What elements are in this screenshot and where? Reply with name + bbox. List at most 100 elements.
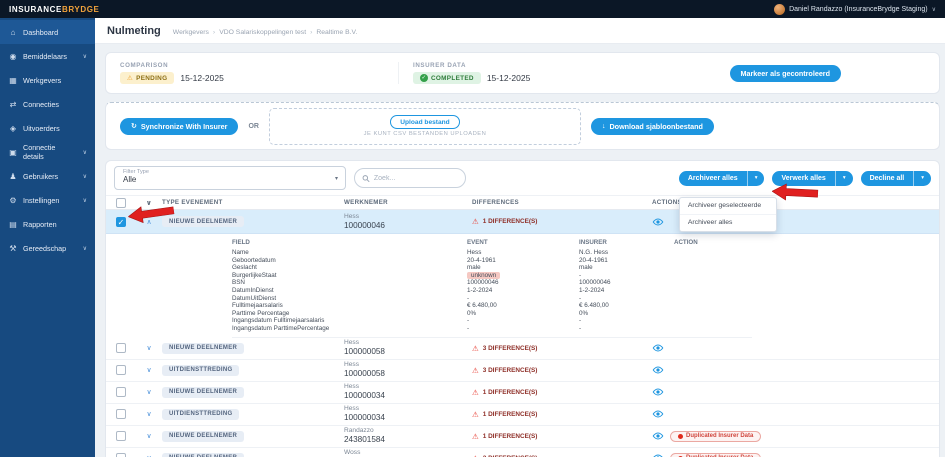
view-details-button[interactable] — [652, 366, 664, 374]
event-type-badge: UITDIENSTTREDING — [162, 408, 240, 420]
chevron-down-icon: ∨ — [82, 149, 87, 156]
detail-insurer-value: 1-2-2024 — [579, 286, 605, 294]
detail-action — [674, 310, 734, 318]
select-all-checkbox[interactable] — [116, 197, 126, 208]
detail-field: Parttime Percentage — [232, 309, 290, 317]
archive-all-button[interactable]: Archiveer alles — [678, 170, 747, 186]
breadcrumb-item[interactable]: Realtime B.V. — [310, 29, 357, 36]
chevron-down-icon[interactable]: ∨ — [146, 344, 151, 352]
breadcrumb-item[interactable]: Werkgevers — [173, 29, 209, 36]
table-row[interactable]: ✓ ∧ NIEUWE DEELNEMER Hess 100000046 ⚠ 1 … — [106, 210, 939, 234]
breadcrumb-item[interactable]: VDO Salariskoppelingen test — [213, 29, 306, 36]
sidebar-item-gereedschap[interactable]: ⚒ Gereedschap ∨ — [0, 236, 95, 260]
decline-all-caret-button[interactable]: ▾ — [913, 170, 931, 186]
row-checkbox[interactable] — [116, 409, 126, 420]
app-logo: INSURANCEBRYDGE — [9, 5, 100, 14]
table-row[interactable]: ∨ UITDIENSTTREDING Hess 100000034 ⚠ 1 DI… — [106, 404, 939, 426]
upload-hint: JE KUNT CSV BESTANDEN UPLOADEN — [363, 131, 487, 137]
detail-event-value: - — [467, 324, 470, 332]
sidebar-item-instellingen[interactable]: ⚙ Instellingen ∨ — [0, 188, 95, 212]
search-box[interactable] — [354, 168, 466, 188]
sidebar-icon-gereedschap: ⚒ — [9, 243, 17, 253]
chevron-down-icon[interactable]: ∨ — [146, 388, 151, 396]
decline-all-button[interactable]: Decline all — [860, 170, 914, 186]
detail-insurer-value: - — [579, 324, 582, 332]
sidebar-item-bemiddelaars[interactable]: ◉ Bemiddelaars ∨ — [0, 44, 95, 68]
sidebar-item-connectie-details[interactable]: ▣ Connectie details ∨ — [0, 140, 95, 164]
chevron-up-icon[interactable]: ∧ — [146, 218, 151, 226]
row-checkbox[interactable] — [116, 431, 126, 442]
menu-item-archiveer-geselecteerde[interactable]: Archiveer geselecteerde — [680, 198, 776, 214]
warning-icon: ⚠ — [127, 75, 134, 82]
menu-item-archiveer-alles[interactable]: Archiveer alles — [679, 213, 776, 231]
detail-field: BurgerlijkeStaat — [232, 271, 277, 279]
row-checkbox[interactable] — [116, 343, 126, 354]
filter-type-select[interactable]: Filter Type Alle ▾ — [114, 166, 346, 190]
process-all-button[interactable]: Verwerk alles — [772, 170, 835, 186]
sidebar-item-label: Gereedschap — [23, 243, 67, 253]
employee-number: 100000046 — [344, 220, 385, 230]
table-row[interactable]: ∨ NIEUWE DEELNEMER Randazzo 243801584 ⚠ … — [106, 426, 939, 448]
sidebar-item-gebruikers[interactable]: ♟ Gebruikers ∨ — [0, 164, 95, 188]
detail-action — [674, 295, 734, 303]
download-icon: ↓ — [601, 122, 606, 130]
process-all-caret-button[interactable]: ▾ — [834, 170, 853, 186]
view-details-button[interactable] — [652, 344, 664, 352]
search-input[interactable] — [373, 174, 458, 182]
upload-card: ↻ Synchronize With Insurer OR Upload bes… — [105, 102, 940, 150]
view-details-button[interactable] — [652, 410, 664, 418]
employee-number: 100000058 — [344, 369, 385, 379]
row-checkbox[interactable] — [116, 387, 126, 398]
view-details-button[interactable] — [652, 217, 664, 226]
detail-insurer-value: male — [579, 264, 593, 272]
main-content: Nulmeting Werkgevers VDO Salariskoppelin… — [95, 18, 945, 457]
table-row[interactable]: ∨ UITDIENSTTREDING Hess 100000058 ⚠ 3 DI… — [106, 360, 939, 382]
sidebar-item-rapporten[interactable]: ▤ Rapporten — [0, 212, 95, 236]
table-row[interactable]: ∨ NIEUWE DEELNEMER Hess 100000034 ⚠ 1 DI… — [106, 382, 939, 404]
table-row[interactable]: ∨ NIEUWE DEELNEMER Hess 100000058 ⚠ 3 DI… — [106, 338, 939, 360]
download-template-button[interactable]: ↓ Download sjabloonbestand — [590, 117, 714, 135]
sync-insurer-button[interactable]: ↻ Synchronize With Insurer — [120, 117, 239, 135]
view-details-button[interactable] — [652, 388, 664, 396]
differences-label: ⚠ 1 DIFFERENCE(S) — [472, 431, 538, 441]
sidebar-item-werkgevers[interactable]: ▦ Werkgevers — [0, 68, 95, 92]
sidebar-item-connecties[interactable]: ⇄ Connecties — [0, 92, 95, 116]
row-checkbox[interactable]: ✓ — [116, 216, 126, 227]
page-header: Nulmeting Werkgevers VDO Salariskoppelin… — [95, 18, 945, 44]
user-menu[interactable]: Daniel Randazzo (InsuranceBrydge Staging… — [774, 3, 936, 15]
sidebar-item-uitvoerders[interactable]: ◈ Uitvoerders — [0, 116, 95, 140]
sidebar-item-label: Dashboard — [23, 27, 59, 37]
chevron-down-icon: ∨ — [146, 199, 152, 207]
chevron-down-icon: ∨ — [82, 245, 87, 252]
chevron-down-icon[interactable]: ∨ — [146, 432, 151, 440]
detail-header-row: FIELD EVENT INSURER ACTION — [232, 237, 752, 249]
insurer-data-label: INSURER DATA — [413, 62, 467, 69]
sidebar-item-dashboard[interactable]: ⌂ Dashboard — [0, 20, 95, 44]
detail-insurer-value: N.G. Hess — [579, 249, 609, 256]
archive-all-caret-button[interactable]: ▾ — [746, 170, 765, 186]
row-checkbox[interactable] — [116, 453, 126, 457]
employee-name: Woss — [344, 449, 361, 457]
upload-file-button[interactable]: Upload bestand — [390, 115, 460, 129]
chevron-down-icon[interactable]: ∨ — [146, 410, 151, 418]
duplicated-insurer-badge: Duplicated Insurer Data — [670, 452, 762, 457]
upload-dropzone[interactable]: Upload bestand JE KUNT CSV BESTANDEN UPL… — [268, 107, 581, 145]
detail-insurer-value: - — [579, 271, 582, 279]
row-checkbox[interactable] — [116, 365, 126, 376]
employee-name: Hess — [344, 405, 360, 413]
warning-icon: ⚠ — [472, 365, 479, 375]
view-details-button[interactable] — [652, 432, 664, 440]
mark-reviewed-button[interactable]: Markeer als gecontroleerd — [729, 64, 841, 82]
sidebar-item-label: Connecties — [23, 99, 59, 109]
detail-row: Geslacht male male — [232, 264, 752, 272]
comparison-date: 15-12-2025 — [180, 73, 224, 83]
detail-event-value: male — [467, 264, 481, 272]
sidebar-icon-werkgevers: ▦ — [9, 75, 17, 85]
table-row[interactable]: ∨ NIEUWE DEELNEMER Woss 100000010 ⚠ 2 DI… — [106, 448, 939, 457]
column-header-differences: DIFFERENCES — [472, 199, 519, 206]
differences-label: ⚠ 1 DIFFERENCE(S) — [472, 217, 538, 226]
chevron-down-icon[interactable]: ∨ — [146, 366, 151, 374]
employee-number: 100000058 — [344, 347, 385, 357]
sidebar-item-label: Uitvoerders — [23, 123, 60, 133]
sidebar-icon-uitvoerders: ◈ — [9, 123, 17, 133]
